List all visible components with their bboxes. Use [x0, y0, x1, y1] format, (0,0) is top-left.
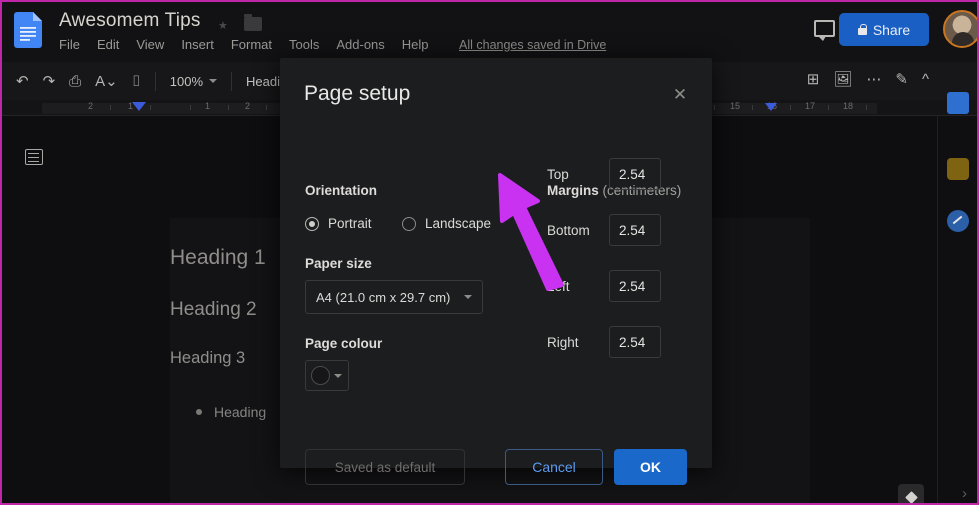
menu-item-tools[interactable]: Tools — [289, 37, 319, 52]
margin-row-right: Right — [547, 326, 661, 358]
insert-comment-icon[interactable]: ⊞ — [807, 70, 820, 88]
ruler-number: 2 — [88, 101, 94, 111]
more-options-icon[interactable]: ⋯ — [866, 70, 881, 88]
paper-size-value: A4 (21.0 cm x 29.7 cm) — [316, 289, 451, 305]
document-heading-1[interactable]: Heading 1 — [170, 246, 266, 270]
folder-icon[interactable] — [244, 14, 262, 31]
document-heading-2[interactable]: Heading 2 — [170, 299, 257, 321]
side-panel — [937, 92, 977, 503]
redo-icon[interactable]: ↷ — [43, 72, 56, 90]
ruler-number: 17 — [805, 101, 816, 111]
indent-marker-right-icon[interactable] — [765, 103, 777, 111]
document-list-item[interactable]: Heading — [196, 404, 266, 420]
ruler-number: 2 — [245, 101, 251, 111]
explore-icon — [904, 490, 918, 503]
document-heading-3[interactable]: Heading 3 — [170, 349, 245, 368]
document-list-item-label: Heading — [214, 404, 267, 420]
pointer-arrow-annotation — [498, 173, 564, 291]
paper-size-select[interactable]: A4 (21.0 cm x 29.7 cm) — [305, 280, 483, 314]
insert-image-icon[interactable]: 🖼 — [833, 70, 852, 88]
lock-icon — [857, 23, 867, 35]
keep-app-icon[interactable] — [947, 158, 969, 180]
tasks-app-icon[interactable] — [947, 210, 969, 232]
ruler-number: 18 — [843, 101, 854, 111]
chevron-right-icon[interactable]: › — [962, 485, 967, 502]
document-title[interactable]: Awesomem Tips — [59, 10, 201, 32]
menu-item-view[interactable]: View — [136, 37, 164, 52]
chevron-down-icon — [464, 295, 472, 299]
margin-input-bottom[interactable] — [609, 214, 661, 246]
paragraph-style-control[interactable]: Headi — [246, 74, 280, 89]
pencil-icon[interactable]: ✎ — [895, 70, 908, 88]
save-status-link[interactable]: All changes saved in Drive — [459, 38, 606, 52]
toolbar-right-cluster: ⊞ 🖼 ⋯ ✎ ^ — [807, 70, 929, 89]
radio-portrait[interactable]: Portrait — [305, 216, 372, 231]
zoom-control[interactable]: 100% — [169, 73, 218, 89]
explore-button[interactable] — [898, 484, 924, 503]
zoom-value: 100% — [169, 73, 204, 89]
chevron-up-icon[interactable]: ^ — [922, 71, 929, 88]
colour-swatch-icon — [311, 366, 330, 385]
docs-logo-icon — [14, 12, 42, 48]
spellcheck-icon[interactable]: A⌄ — [95, 72, 118, 90]
paint-format-icon[interactable]: ⌷ — [132, 73, 141, 90]
saved-as-default-button[interactable]: Saved as default — [305, 449, 465, 485]
comment-icon[interactable] — [814, 20, 835, 41]
chevron-down-icon — [209, 79, 218, 83]
style-value: Headi — [246, 73, 280, 89]
radio-landscape[interactable]: Landscape — [402, 216, 491, 231]
page-colour-swatch-button[interactable] — [305, 360, 349, 391]
undo-icon[interactable]: ↶ — [16, 72, 29, 90]
app-window: Awesomem Tips ★ File Edit View Insert Fo… — [0, 0, 979, 505]
document-outline-button[interactable] — [17, 140, 51, 174]
paper-size-label: Paper size — [305, 256, 372, 271]
radio-landscape-icon — [402, 216, 416, 231]
share-button-label: Share — [872, 21, 911, 38]
toolbar-divider — [154, 71, 156, 91]
toolbar-divider-2 — [231, 71, 233, 91]
menu-bar: File Edit View Insert Format Tools Add-o… — [59, 37, 429, 52]
margin-input-top[interactable] — [609, 158, 661, 190]
menu-item-insert[interactable]: Insert — [181, 37, 214, 52]
close-icon[interactable]: ✕ — [668, 83, 692, 107]
menu-item-file[interactable]: File — [59, 37, 80, 52]
ruler-number: 15 — [730, 101, 741, 111]
radio-portrait-label: Portrait — [328, 216, 372, 231]
dialog-title: Page setup — [304, 82, 411, 105]
calendar-app-icon[interactable] — [947, 92, 969, 114]
menu-item-addons[interactable]: Add-ons — [336, 37, 384, 52]
chevron-down-icon — [334, 373, 342, 378]
avatar[interactable] — [943, 10, 977, 48]
margin-input-right[interactable] — [609, 326, 661, 358]
orientation-label: Orientation — [305, 183, 378, 198]
menu-item-help[interactable]: Help — [402, 37, 429, 52]
ruler-number: 1 — [205, 101, 211, 111]
star-icon[interactable]: ★ — [218, 19, 228, 32]
page-colour-label: Page colour — [305, 336, 383, 351]
menu-item-edit[interactable]: Edit — [97, 37, 119, 52]
margin-input-left[interactable] — [609, 270, 661, 302]
document-outline-icon — [25, 149, 43, 165]
radio-portrait-icon — [305, 216, 319, 231]
cancel-button[interactable]: Cancel — [505, 449, 603, 485]
bullet-icon — [196, 409, 202, 415]
margin-label-right: Right — [547, 334, 579, 350]
radio-landscape-label: Landscape — [425, 216, 492, 231]
share-button[interactable]: Share — [839, 13, 929, 46]
menu-item-format[interactable]: Format — [231, 37, 272, 52]
ok-button[interactable]: OK — [614, 449, 687, 485]
app-header: Awesomem Tips ★ File Edit View Insert Fo… — [2, 2, 977, 62]
print-icon[interactable]: ⎙ — [69, 73, 81, 90]
indent-marker-icon[interactable] — [132, 102, 146, 111]
